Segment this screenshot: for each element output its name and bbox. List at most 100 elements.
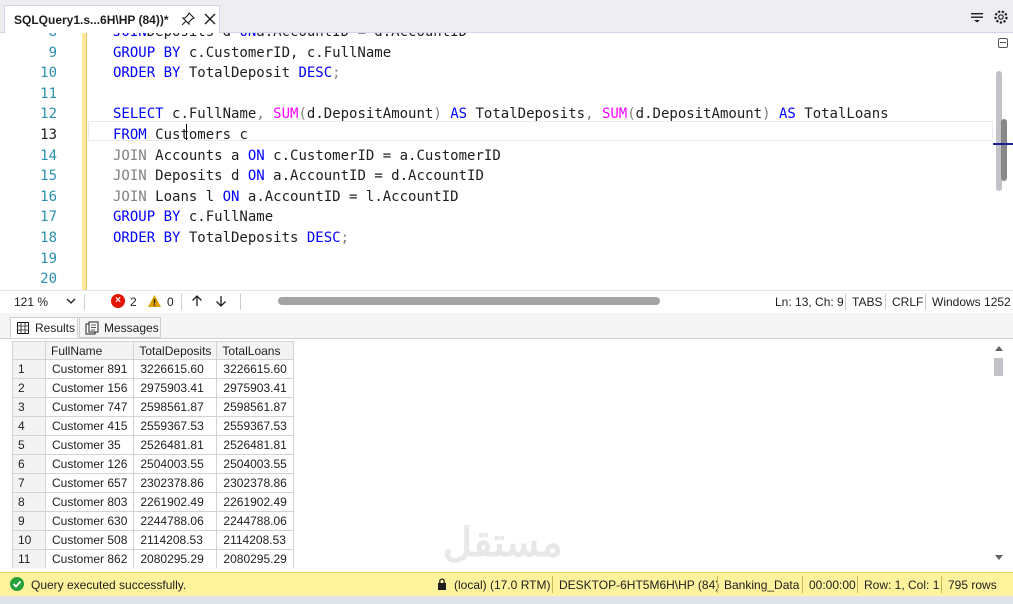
arrow-down-icon[interactable]	[214, 294, 228, 308]
table-row[interactable]: 10 Customer 508 2114208.53 2114208.53	[12, 530, 294, 550]
code-line[interactable]: JOIN Deposits d ON a.AccountID = d.Accou…	[113, 166, 484, 187]
table-row[interactable]: 1 Customer 891 3226615.60 3226615.60	[12, 359, 294, 379]
grid-cell[interactable]: Customer 35	[44, 435, 135, 455]
line-ending[interactable]: CRLF	[892, 295, 923, 309]
code-line[interactable]: GROUP BY c.CustomerID, c.FullName	[113, 43, 391, 64]
indent-mode[interactable]: TABS	[852, 295, 882, 309]
grid-cell[interactable]: 2302378.86	[133, 473, 218, 493]
row-number[interactable]: 8	[12, 492, 46, 512]
grid-cell[interactable]: Customer 657	[44, 473, 135, 493]
grid-cell[interactable]: Customer 630	[44, 511, 135, 531]
grid-cell[interactable]: 2080295.29	[133, 549, 218, 568]
table-row[interactable]: 4 Customer 415 2559367.53 2559367.53	[12, 416, 294, 436]
row-number[interactable]: 11	[12, 549, 46, 568]
grid-cell[interactable]: 2261902.49	[216, 492, 294, 512]
column-header[interactable]: FullName	[44, 341, 135, 360]
table-row[interactable]: 8 Customer 803 2261902.49 2261902.49	[12, 492, 294, 512]
grid-cell[interactable]: 2526481.81	[216, 435, 294, 455]
error-icon[interactable]: ×	[111, 294, 125, 308]
grid-cell[interactable]: 2598561.87	[133, 397, 218, 417]
grid-cell[interactable]: 2559367.53	[133, 416, 218, 436]
grid-cell[interactable]: 2975903.41	[216, 378, 294, 398]
grid-cell[interactable]: 3226615.60	[216, 359, 294, 379]
tab-results[interactable]: Results	[10, 317, 78, 338]
zoom-dropdown[interactable]: 121 %	[8, 293, 80, 311]
grid-cell[interactable]: 2261902.49	[133, 492, 218, 512]
table-row[interactable]: 5 Customer 35 2526481.81 2526481.81	[12, 435, 294, 455]
editor-horizontal-scroll-thumb[interactable]	[278, 297, 660, 305]
grid-cell[interactable]: Customer 126	[44, 454, 135, 474]
row-number[interactable]: 3	[12, 397, 46, 417]
grid-cell[interactable]: 2559367.53	[216, 416, 294, 436]
editor-status-row: 121 % × 2 0 Ln: 13, Ch: 9 TABS CRLF Wind…	[0, 290, 1013, 313]
grid-cell[interactable]: Customer 156	[44, 378, 135, 398]
row-number[interactable]: 6	[12, 454, 46, 474]
line-number: 18	[40, 230, 57, 246]
warning-count[interactable]: 0	[167, 295, 174, 309]
scroll-up-icon[interactable]	[993, 344, 1005, 352]
line-number: 11	[40, 85, 57, 102]
document-tab[interactable]: SQLQuery1.s...6H\HP (84))*	[4, 5, 220, 33]
code-line[interactable]: ORDER BY TotalDeposit DESC;	[113, 63, 341, 84]
code-line[interactable]: JOIN Accounts a ON c.CustomerID = a.Cust…	[113, 146, 501, 167]
error-count[interactable]: 2	[130, 295, 137, 309]
grid-cell[interactable]: 2114208.53	[216, 530, 294, 550]
grid-cell[interactable]: Customer 508	[44, 530, 135, 550]
grid-cell[interactable]: 2975903.41	[133, 378, 218, 398]
table-row[interactable]: 2 Customer 156 2975903.41 2975903.41	[12, 378, 294, 398]
code-line[interactable]: SELECT c.FullName, SUM(d.DepositAmount) …	[113, 104, 889, 125]
gear-icon[interactable]	[992, 8, 1010, 26]
tab-messages[interactable]: Messages	[79, 317, 161, 338]
column-header[interactable]: TotalDeposits	[133, 341, 218, 360]
row-number[interactable]: 10	[12, 530, 46, 550]
scroll-down-icon[interactable]	[993, 554, 1005, 562]
row-number[interactable]: 7	[12, 473, 46, 493]
arrow-up-icon[interactable]	[190, 294, 204, 308]
grid-corner[interactable]	[12, 341, 46, 360]
column-header[interactable]: TotalLoans	[216, 341, 294, 360]
code-token: ,	[256, 106, 274, 123]
grid-cell[interactable]: Customer 747	[44, 397, 135, 417]
split-editor-icon[interactable]	[998, 38, 1008, 48]
grid-cell[interactable]: 2504003.55	[133, 454, 218, 474]
code-line[interactable]: GROUP BY c.FullName	[113, 207, 273, 228]
grid-cell[interactable]: 2504003.55	[216, 454, 294, 474]
grid-cell[interactable]: 2244788.06	[133, 511, 218, 531]
code-line[interactable]: JOIN Loans l ON a.AccountID = l.AccountI…	[113, 187, 459, 208]
code-token: ORDER BY	[113, 230, 189, 246]
pin-icon[interactable]	[180, 11, 196, 27]
row-number[interactable]: 5	[12, 435, 46, 455]
grid-cell[interactable]: 2302378.86	[216, 473, 294, 493]
warning-icon[interactable]	[147, 294, 162, 308]
table-row[interactable]: 11 Customer 862 2080295.29 2080295.29	[12, 549, 294, 568]
row-number[interactable]: 1	[12, 359, 46, 379]
grid-scroll-thumb[interactable]	[994, 358, 1003, 376]
table-row[interactable]: 9 Customer 630 2244788.06 2244788.06	[12, 511, 294, 531]
row-number[interactable]: 4	[12, 416, 46, 436]
code-line[interactable]: FROM Customers c	[113, 125, 248, 146]
grid-cell[interactable]: 2598561.87	[216, 397, 294, 417]
encoding[interactable]: Windows 1252	[932, 295, 1011, 309]
code-line[interactable]: ORDER BY TotalDeposits DESC;	[113, 228, 349, 249]
grid-cell[interactable]: Customer 415	[44, 416, 135, 436]
status-bar: Query executed successfully. (local) (17…	[0, 572, 1013, 596]
table-row[interactable]: 6 Customer 126 2504003.55 2504003.55	[12, 454, 294, 474]
code-token: JOIN	[113, 33, 147, 40]
grid-cell[interactable]: 2080295.29	[216, 549, 294, 568]
grid-cell[interactable]: 2114208.53	[133, 530, 218, 550]
success-check-icon	[10, 577, 24, 591]
close-icon[interactable]	[202, 11, 218, 27]
grid-cell[interactable]: Customer 803	[44, 492, 135, 512]
grid-cell[interactable]: Customer 862	[44, 549, 135, 568]
grid-cell[interactable]: 3226615.60	[133, 359, 218, 379]
row-number[interactable]: 2	[12, 378, 46, 398]
grid-cell[interactable]: Customer 891	[44, 359, 135, 379]
code-line[interactable]: JOINDeposits d ONa.AccountID = d.Account…	[113, 33, 467, 43]
query-editor[interactable]: 89 10 11 12 13 14 15 16 17 18 19 20 JOINDeposits d …	[0, 33, 1013, 290]
tab-overflow-icon[interactable]	[968, 11, 986, 23]
grid-cell[interactable]: 2526481.81	[133, 435, 218, 455]
table-row[interactable]: 7 Customer 657 2302378.86 2302378.86	[12, 473, 294, 493]
table-row[interactable]: 3 Customer 747 2598561.87 2598561.87	[12, 397, 294, 417]
row-number[interactable]: 9	[12, 511, 46, 531]
grid-cell[interactable]: 2244788.06	[216, 511, 294, 531]
